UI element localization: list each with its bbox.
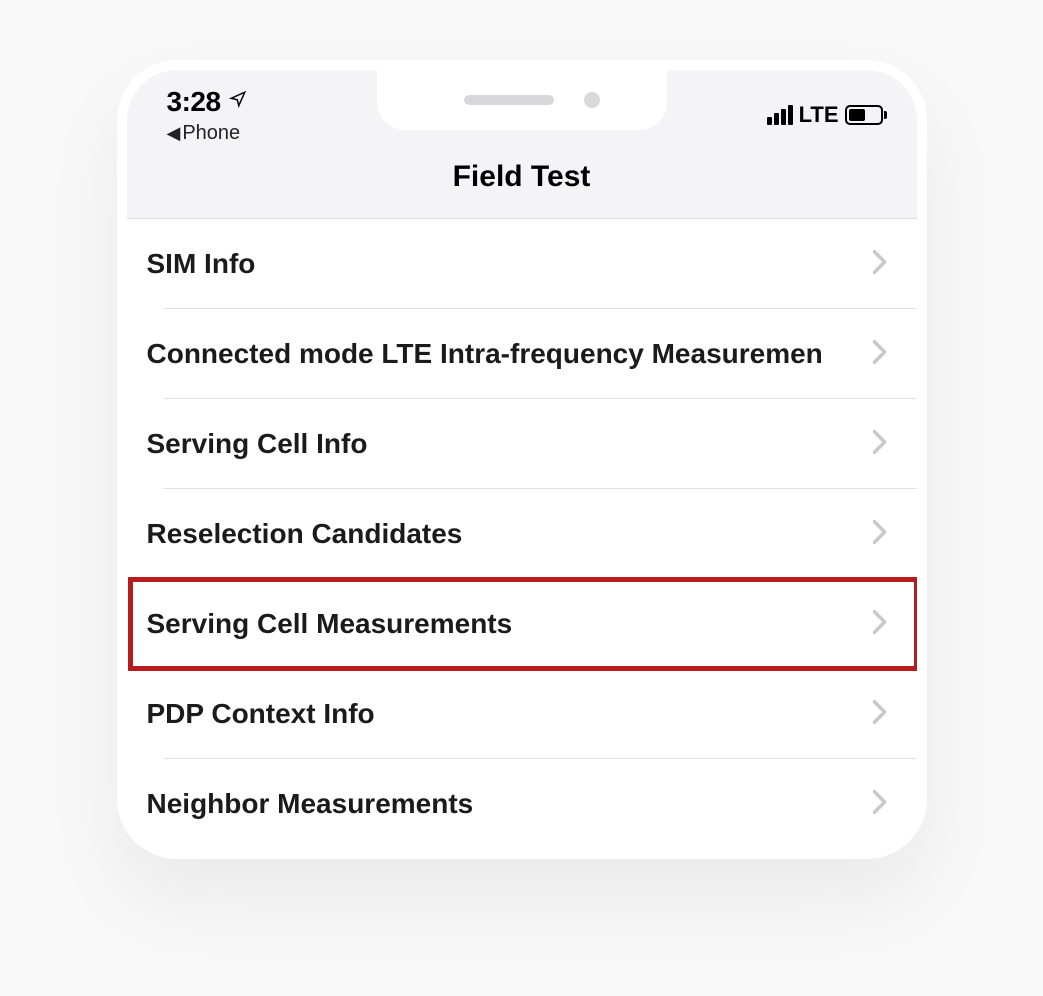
list-item-label: SIM Info: [147, 248, 256, 280]
list-item-label: Connected mode LTE Intra-frequency Measu…: [147, 338, 823, 370]
chevron-right-icon: [873, 520, 887, 549]
menu-list: SIM Info Connected mode LTE Intra-freque…: [127, 219, 917, 849]
back-label: Phone: [182, 122, 240, 145]
status-right: LTE: [767, 86, 887, 128]
list-item-serving-cell-info[interactable]: Serving Cell Info: [127, 399, 917, 489]
list-item-label: Serving Cell Info: [147, 428, 368, 460]
chevron-right-icon: [873, 700, 887, 729]
list-item-label: Reselection Candidates: [147, 518, 463, 550]
back-to-app-button[interactable]: ◀ Phone: [167, 122, 247, 145]
notch-speaker: [464, 95, 554, 105]
back-triangle-icon: ◀: [167, 123, 181, 144]
device-notch: [377, 70, 667, 130]
chevron-right-icon: [873, 430, 887, 459]
list-item-serving-cell-measurements[interactable]: Serving Cell Measurements: [127, 579, 917, 669]
list-item-reselection-candidates[interactable]: Reselection Candidates: [127, 489, 917, 579]
status-time: 3:28: [167, 86, 221, 118]
list-item-connected-mode-lte[interactable]: Connected mode LTE Intra-frequency Measu…: [127, 309, 917, 399]
notch-camera: [584, 92, 600, 108]
list-item-label: Serving Cell Measurements: [147, 608, 513, 640]
list-item-sim-info[interactable]: SIM Info: [127, 219, 917, 309]
location-services-icon: [229, 90, 247, 114]
status-left: 3:28 ◀ Phone: [167, 86, 247, 145]
time-row: 3:28: [167, 86, 247, 118]
phone-screen: 3:28 ◀ Phone: [127, 70, 917, 849]
chevron-right-icon: [873, 340, 887, 369]
page-title: Field Test: [127, 150, 917, 219]
chevron-right-icon: [873, 790, 887, 819]
list-item-label: Neighbor Measurements: [147, 788, 474, 820]
chevron-right-icon: [873, 610, 887, 639]
chevron-right-icon: [873, 250, 887, 279]
cellular-signal-icon: [767, 105, 793, 125]
network-type: LTE: [799, 102, 839, 128]
phone-frame: 3:28 ◀ Phone: [117, 60, 927, 859]
battery-icon: [845, 105, 887, 125]
list-item-label: PDP Context Info: [147, 698, 375, 730]
list-item-neighbor-measurements[interactable]: Neighbor Measurements: [127, 759, 917, 849]
list-item-pdp-context-info[interactable]: PDP Context Info: [127, 669, 917, 759]
